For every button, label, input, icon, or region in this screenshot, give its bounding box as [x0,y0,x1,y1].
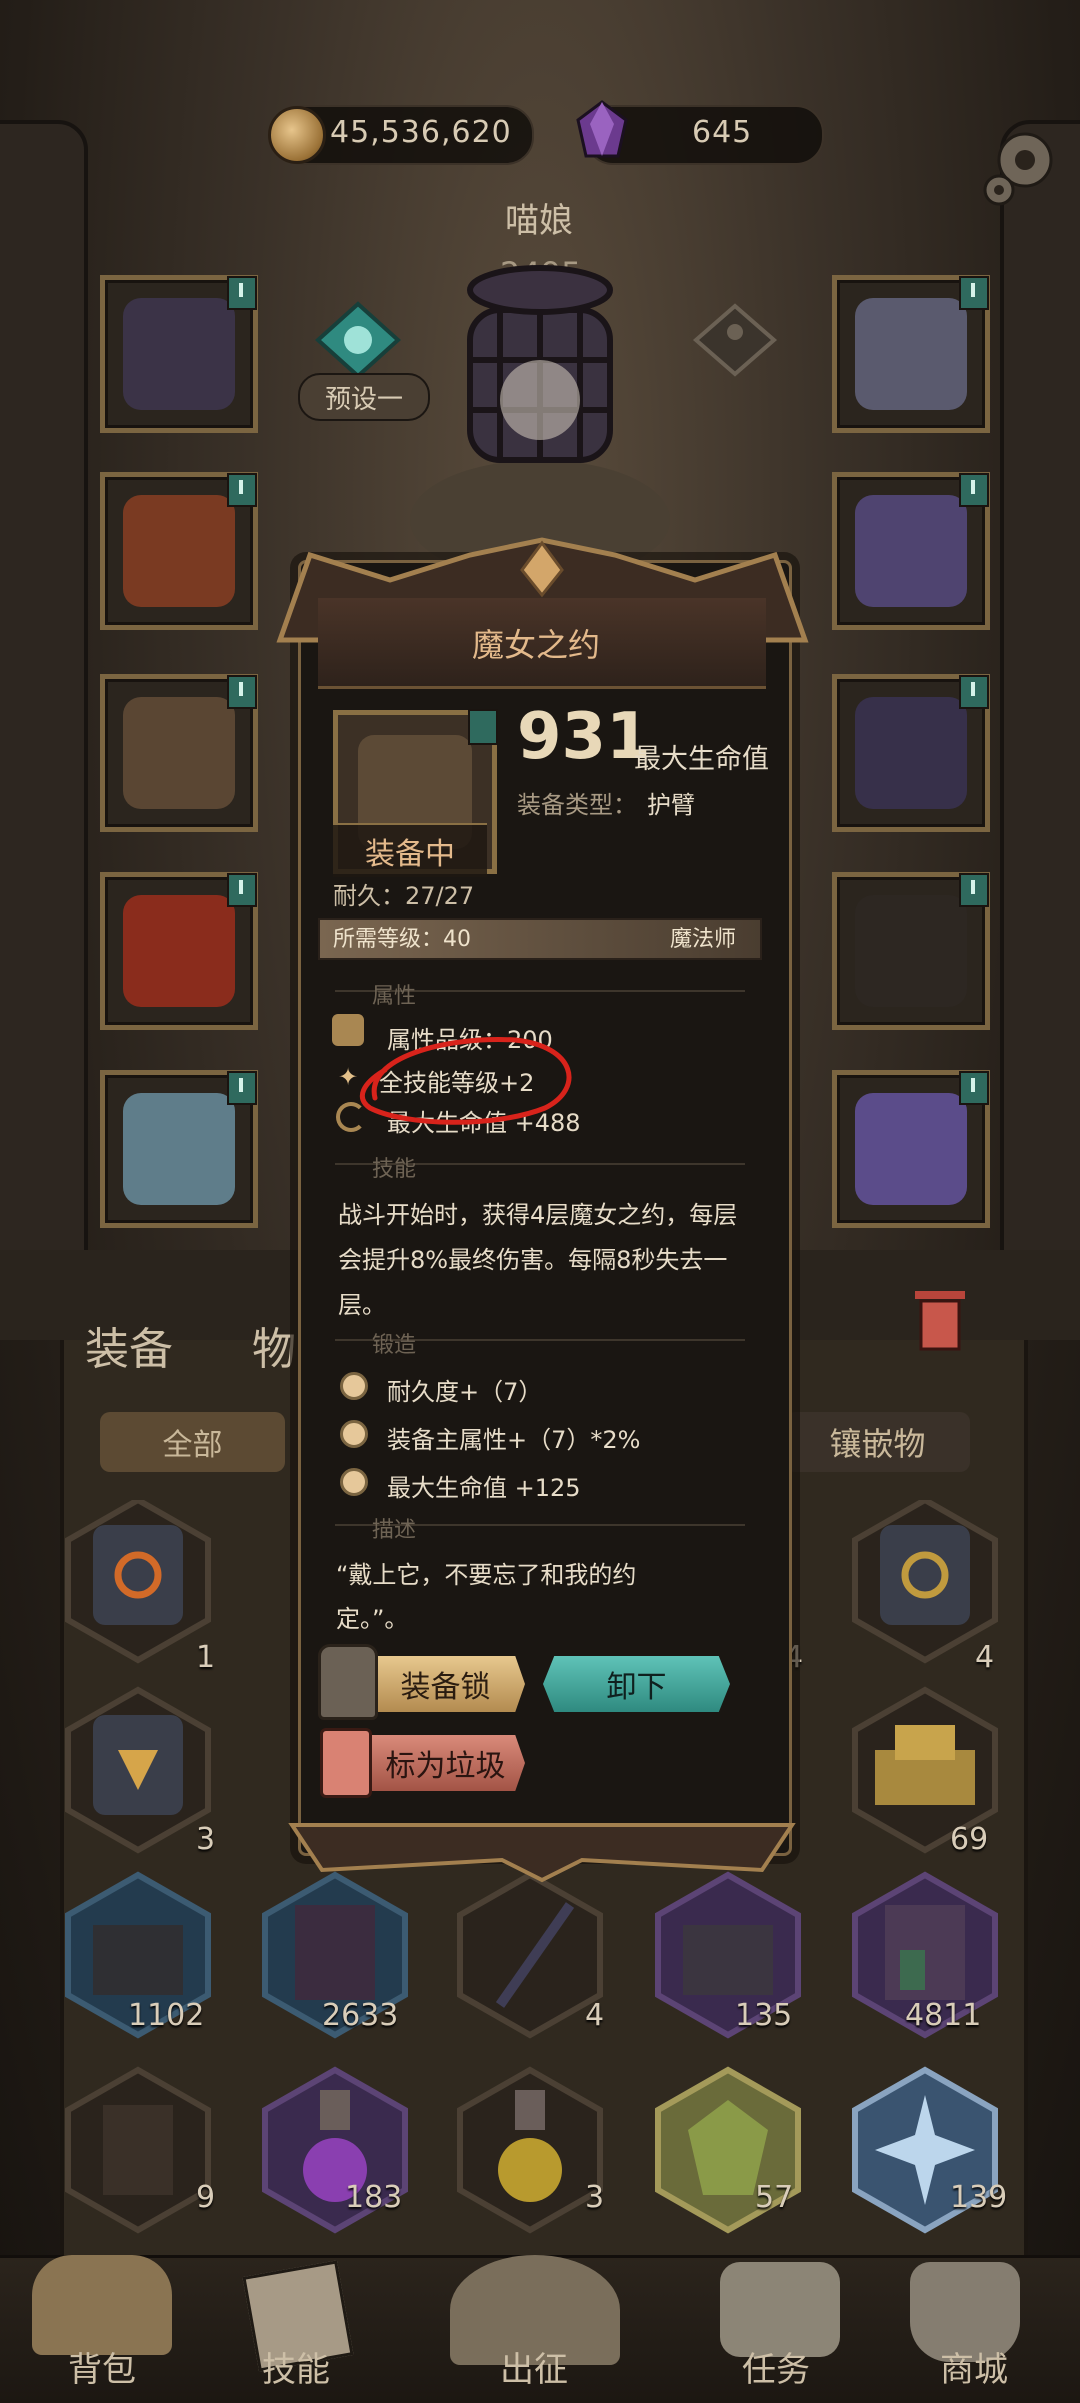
forge-dot-icon [340,1372,368,1400]
tab-equipment[interactable]: 装备 [85,1313,173,1377]
item-count: 4 [975,1640,995,1675]
inventory-item-scroll [68,2070,208,2230]
item-count: 139 [950,2180,1008,2215]
equip-slot-boots[interactable] [100,1070,258,1228]
flavor-line1: “戴上它，不要忘了和我的约 [336,1561,637,1589]
item-count: 183 [345,2180,403,2215]
section-attributes: 属性 [372,984,417,1009]
nav-shop-label[interactable]: 商城 [940,2342,1008,2391]
required-class: 魔法师 [670,927,737,952]
item-count: 3 [196,1822,216,1857]
equip-flag-icon [227,473,257,507]
purple-gem-icon [576,100,628,158]
equip-type-label: 装备类型： [517,791,637,819]
equip-flag-icon [227,1071,257,1105]
equip-slot-necklace[interactable] [832,275,990,433]
section-skill: 技能 [372,1157,417,1182]
equip-flag-icon [468,709,498,745]
equip-flag-icon [227,675,257,709]
item-count: 69 [950,1822,989,1857]
popup-bottom-frame [288,1823,796,1883]
trash-bin-icon[interactable] [905,1275,975,1355]
main-stat-name: 最大生命值 [634,744,769,775]
filter-gems[interactable]: 镶嵌物 [785,1412,970,1472]
equip-flag-icon [959,276,989,310]
lock-button-label: 装备锁 [400,1670,491,1705]
gold-coin-icon [268,106,326,164]
skill-desc-line2: 会提升8%最终伤害。每隔8秒失去一 [338,1246,728,1274]
item-count: 2633 [322,1998,399,2033]
red-circle-annotation [359,1037,572,1125]
skill-desc-line3: 层。 [338,1291,386,1319]
item-count: 9 [196,2180,216,2215]
equip-flag-icon [959,675,989,709]
item-count: 3 [585,2180,605,2215]
settings-gear-icon[interactable] [975,120,1065,210]
inventory-item-rune-3 [68,1690,208,1850]
item-count: 1 [196,1640,216,1675]
inventory-item-rune-1 [68,1500,208,1660]
forge-line: 耐久度+（7） [387,1378,543,1406]
equipped-badge: 装备中 [333,823,487,877]
durability: 耐久：27/27 [333,882,475,910]
nav-backpack-label[interactable]: 背包 [68,2342,136,2391]
main-stat-value: 931 [517,700,651,774]
section-description: 描述 [372,1518,417,1543]
trash-can-icon [320,1728,372,1798]
equip-slot-gloves[interactable] [832,674,990,832]
padlock-icon [318,1644,378,1720]
equip-slot-ring[interactable] [832,472,990,630]
equip-slot-book[interactable] [832,1070,990,1228]
forge-line: 装备主属性+（7）*2% [387,1426,641,1454]
nav-backpack-icon[interactable] [32,2255,172,2355]
item-count: 1102 [128,1998,205,2033]
equip-type-value: 护臂 [647,791,695,819]
gem-amount: 645 [692,115,753,150]
nav-quest-label[interactable]: 任务 [742,2342,810,2391]
equip-slot-bracer[interactable] [100,674,258,832]
gold-amount: 45,536,620 [330,115,512,150]
flavor-line2: 定。”。 [336,1605,409,1633]
forge-dot-icon [340,1420,368,1448]
nav-expedition-label[interactable]: 出征 [500,2342,568,2391]
class-diamond-icon [692,303,778,377]
right-tree-wall [1000,120,1080,1308]
hero-portrait[interactable] [390,250,690,560]
required-level: 所需等级：40 [333,927,471,952]
equip-flag-icon [959,873,989,907]
mark-trash-label: 标为垃圾 [385,1749,506,1784]
section-forge: 锻造 [372,1333,417,1358]
equip-slot-helmet[interactable] [100,275,258,433]
equip-slot-cloak[interactable] [100,872,258,1030]
equip-slot-armor[interactable] [100,472,258,630]
nav-skill-label[interactable]: 技能 [262,2342,330,2391]
inventory-item-quill [460,1875,600,2035]
equip-slot-weapon[interactable] [832,872,990,1030]
skill-desc-line1: 战斗开始时，获得4层魔女之约，每层 [338,1201,738,1229]
item-count: 4 [585,1998,605,2033]
hero-name: 喵娘 [505,201,573,241]
item-count: 57 [755,2180,794,2215]
forge-line: 最大生命值 +125 [387,1474,581,1502]
inventory-item-yellow-potion [460,2070,600,2230]
inventory-item-rune-2 [855,1500,995,1660]
popup-title: 魔女之约 [472,626,601,664]
forge-dot-icon [340,1468,368,1496]
filter-all[interactable]: 全部 [100,1412,285,1472]
equip-flag-icon [227,276,257,310]
unequip-button[interactable]: 卸下 [543,1656,730,1712]
item-count: 4811 [905,1998,982,2033]
left-tree-wall [0,120,88,1308]
item-count: 135 [735,1998,793,2033]
equip-flag-icon [227,873,257,907]
equip-flag-icon [959,473,989,507]
equip-flag-icon [959,1071,989,1105]
